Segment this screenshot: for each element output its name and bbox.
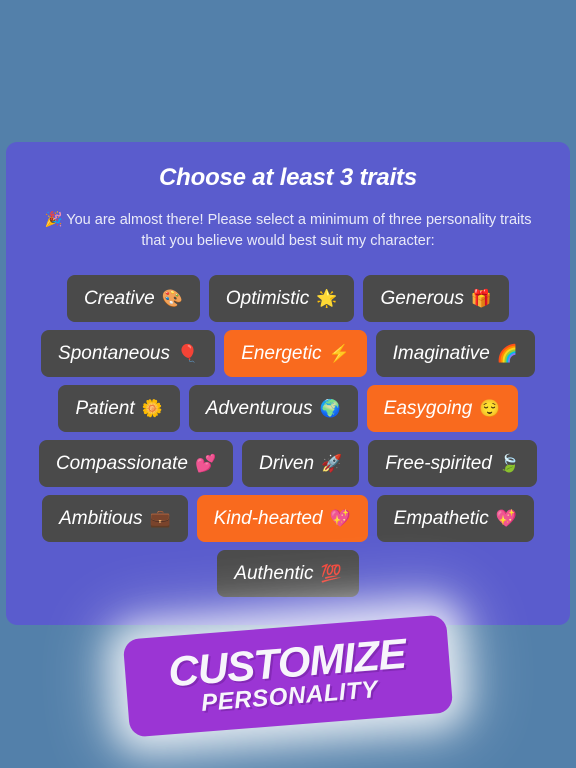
trait-chip-label: Driven: [259, 452, 315, 474]
lightning-bolt-icon: ⚡: [328, 344, 350, 364]
rainbow-icon: 🌈: [496, 344, 518, 364]
trait-chip[interactable]: Generous 🎁: [363, 275, 510, 323]
briefcase-icon: 💼: [149, 509, 171, 529]
trait-chip[interactable]: Driven 🚀: [242, 440, 360, 488]
trait-chip[interactable]: Kind-hearted 💖: [196, 495, 368, 543]
trait-chip-label: Energetic: [241, 342, 322, 364]
artist-palette-icon: 🎨: [161, 289, 183, 309]
trait-chip[interactable]: Imaginative 🌈: [375, 330, 535, 378]
gift-icon: 🎁: [470, 289, 493, 309]
rocket-icon: 🚀: [321, 454, 343, 474]
sparkling-heart-icon: 💖: [495, 509, 517, 529]
two-hearts-icon: 💕: [194, 454, 217, 474]
trait-chip-label: Patient: [75, 397, 135, 419]
trait-chip-label: Ambitious: [59, 507, 143, 529]
sparkling-heart-icon: 💖: [329, 509, 351, 529]
glowing-star-icon: 🌟: [316, 289, 338, 309]
trait-chip[interactable]: Creative 🎨: [66, 275, 200, 323]
trait-chip-label: Spontaneous: [58, 342, 171, 364]
instruction-text: 🎉 You are almost there! Please select a …: [44, 212, 532, 249]
globe-icon: 🌍: [319, 399, 341, 419]
trait-chip-label: Imaginative: [392, 342, 490, 364]
trait-chip-label: Adventurous: [205, 397, 313, 419]
trait-chip-label: Easygoing: [383, 397, 473, 419]
page-title: Choose at least 3 traits: [159, 164, 417, 191]
trait-chip-label: Creative: [83, 287, 155, 309]
trait-chip[interactable]: Spontaneous 🎈: [41, 330, 216, 378]
trait-chip-label: Authentic: [234, 562, 314, 584]
trait-chip-label: Empathetic: [393, 507, 489, 529]
trait-chip[interactable]: Compassionate 💕: [38, 440, 234, 488]
trait-selection-card: Choose at least 3 traits 🎉 You are almos…: [6, 142, 570, 625]
customize-personality-banner[interactable]: CUSTOMIZE PERSONALITY: [122, 614, 454, 738]
trait-chip-label: Kind-hearted: [213, 507, 323, 529]
blossom-flower-icon: 🌼: [141, 399, 163, 419]
trait-chip[interactable]: Patient 🌼: [58, 385, 180, 433]
relieved-face-icon: 😌: [479, 399, 501, 419]
leaf-fluttering-icon: 🍃: [498, 454, 521, 474]
trait-chip-label: Compassionate: [55, 452, 188, 474]
trait-chip[interactable]: Energetic ⚡: [224, 330, 367, 378]
trait-chip[interactable]: Authentic 💯: [217, 550, 359, 598]
trait-chip[interactable]: Optimistic 🌟: [208, 275, 355, 323]
trait-chip-label: Generous: [380, 287, 464, 309]
trait-chip-label: Optimistic: [225, 287, 310, 309]
trait-chip[interactable]: Empathetic 💖: [376, 495, 534, 543]
trait-options-list: Creative 🎨 Optimistic 🌟 Generous 🎁 Spontaneous…: [18, 251, 558, 598]
trait-chip-label: Free-spirited: [385, 452, 492, 474]
trait-chip[interactable]: Easygoing 😌: [366, 385, 518, 433]
hundred-points-icon: 💯: [320, 564, 342, 584]
trait-chip[interactable]: Ambitious 💼: [42, 495, 188, 543]
trait-chip[interactable]: Adventurous 🌍: [188, 385, 358, 433]
trait-chip[interactable]: Free-spirited 🍃: [368, 440, 538, 488]
balloon-icon: 🎈: [177, 344, 199, 364]
